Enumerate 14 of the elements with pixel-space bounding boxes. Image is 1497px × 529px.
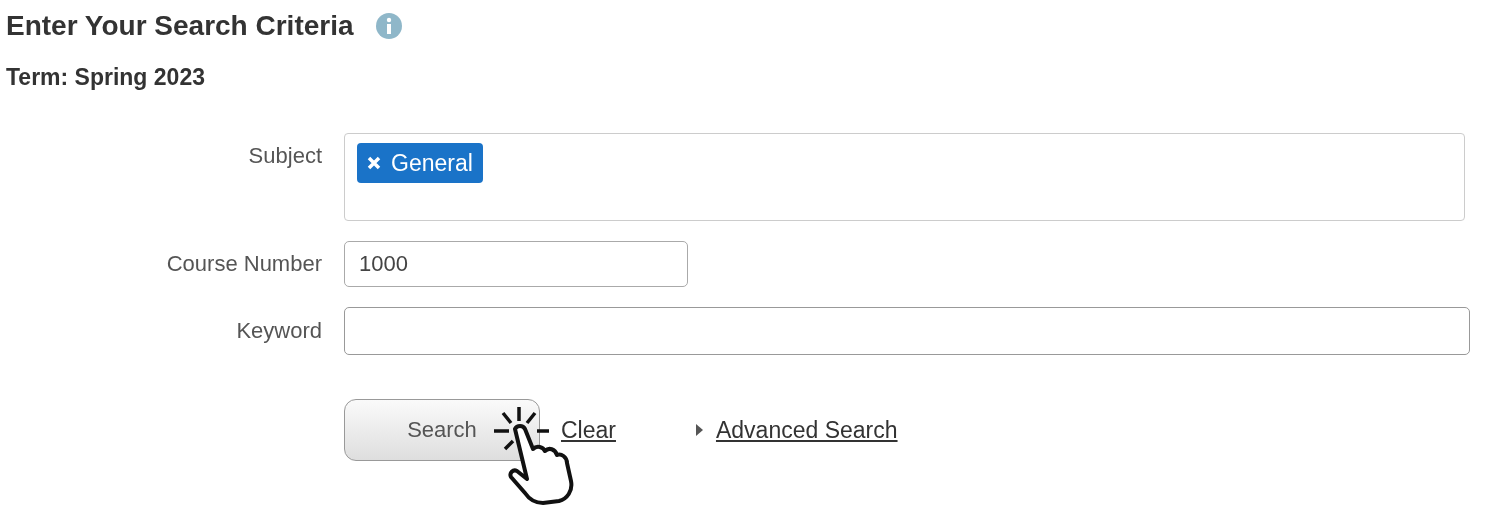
advanced-search-link[interactable]: Advanced Search [715, 416, 898, 444]
remove-icon[interactable] [367, 156, 381, 170]
field-label: Subject [247, 142, 322, 169]
field-label: Keyword [235, 318, 322, 344]
input-field[interactable]: 1000 [344, 241, 688, 287]
search-button[interactable]: Search [344, 399, 540, 461]
field-label: Course Number [165, 251, 322, 277]
subject-field[interactable]: General [344, 133, 1465, 221]
tag-label: General [391, 149, 473, 177]
clear-link[interactable]: Clear [561, 416, 616, 444]
page-title: Enter Your Search Criteria [6, 10, 354, 42]
expand-icon[interactable] [693, 424, 704, 436]
input-field[interactable] [344, 307, 1470, 355]
term-label: Term: Spring 2023 [6, 64, 206, 91]
